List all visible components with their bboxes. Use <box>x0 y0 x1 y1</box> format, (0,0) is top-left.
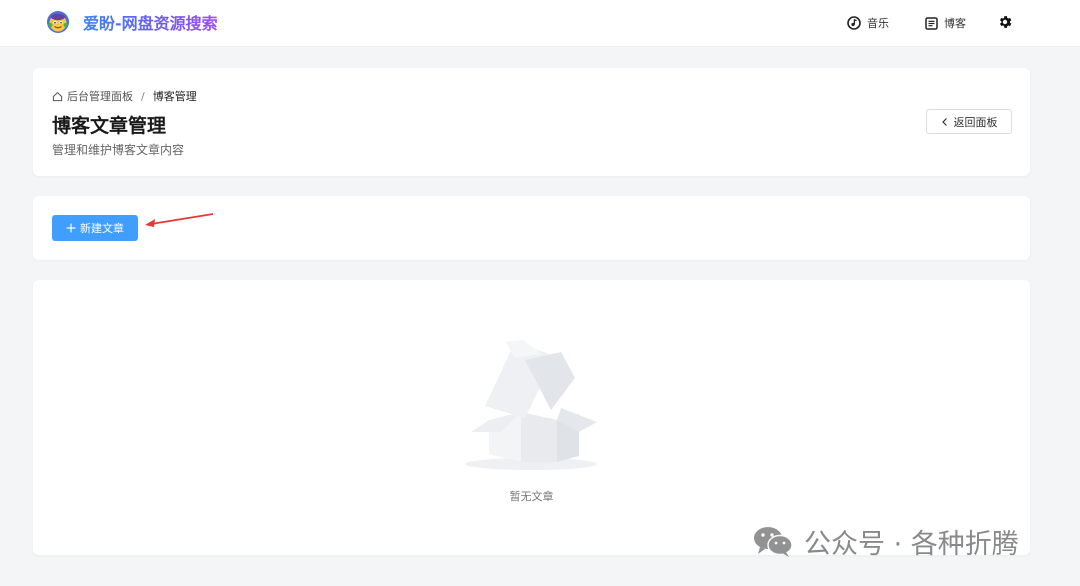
nav-music-label: 音乐 <box>867 17 889 30</box>
music-disc-icon <box>847 16 861 30</box>
breadcrumb-home[interactable]: 后台管理面板 <box>67 88 133 104</box>
home-icon <box>52 91 63 101</box>
top-navbar: 爱盼-网盘资源搜索 音乐 博客 <box>0 0 1080 47</box>
brand[interactable]: 爱盼-网盘资源搜索 <box>46 9 218 35</box>
page-header-card: 后台管理面板 / 博客管理 博客文章管理 管理和维护博客文章内容 返回面板 <box>33 68 1030 176</box>
watermark: 公众号 · 各种折腾 <box>752 521 1019 561</box>
wechat-icon <box>754 527 793 557</box>
empty-box-icon <box>465 340 597 470</box>
breadcrumb-separator: / <box>141 89 145 103</box>
back-button-label: 返回面板 <box>953 115 998 129</box>
breadcrumb: 后台管理面板 / 博客管理 <box>52 88 197 104</box>
article-list-card: 暂无文章 <box>33 280 1030 555</box>
annotation-arrow <box>145 213 214 227</box>
nav-music[interactable]: 音乐 <box>847 13 889 33</box>
new-article-label: 新建文章 <box>80 222 124 235</box>
empty-state-text: 暂无文章 <box>509 490 554 503</box>
watermark-text: 公众号 · 各种折腾 <box>804 528 1019 560</box>
page-subtitle: 管理和维护博客文章内容 <box>52 143 185 157</box>
toolbar-card: 新建文章 <box>33 196 1030 260</box>
new-article-button[interactable]: 新建文章 <box>52 215 138 241</box>
plus-icon <box>66 223 76 233</box>
nav-blog-label: 博客 <box>944 17 966 30</box>
settings-button[interactable] <box>997 12 1013 32</box>
breadcrumb-current: 博客管理 <box>152 90 197 103</box>
cartoon-logo-icon <box>47 11 69 33</box>
chevron-left-icon <box>941 117 947 126</box>
back-to-panel-button[interactable]: 返回面板 <box>926 109 1012 134</box>
document-list-icon <box>925 16 938 30</box>
page-title: 博客文章管理 <box>52 115 167 137</box>
app-title: 爱盼-网盘资源搜索 <box>83 10 218 34</box>
nav-blog[interactable]: 博客 <box>925 13 966 33</box>
gear-icon <box>1000 16 1012 28</box>
